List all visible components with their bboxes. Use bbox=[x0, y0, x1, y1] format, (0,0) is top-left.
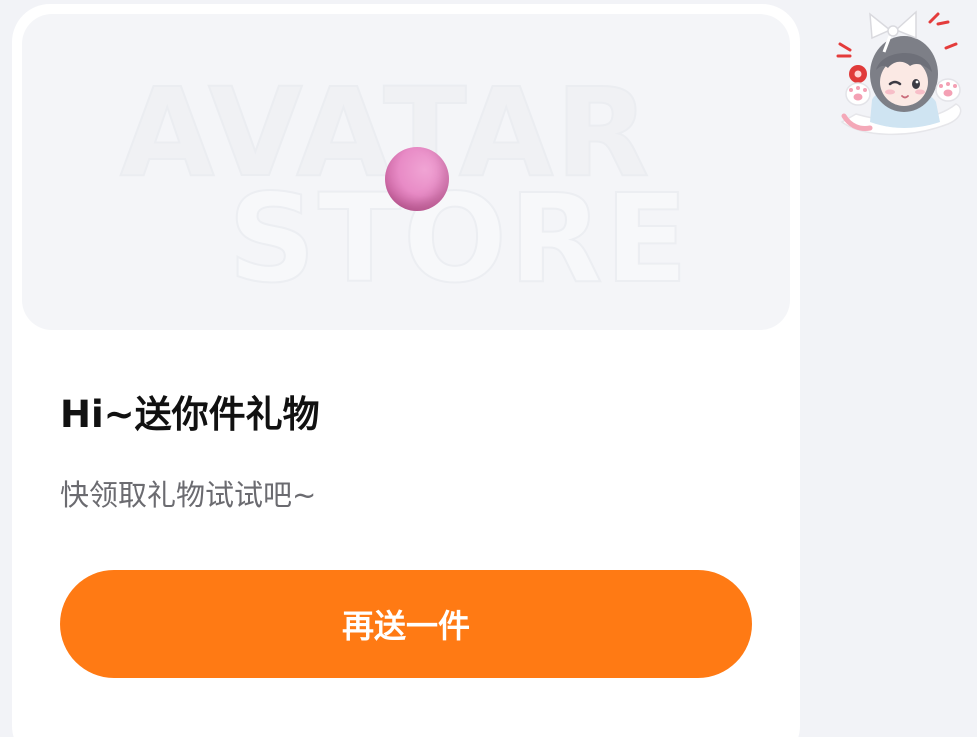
gift-card: AVATAR STORE Hi~送你件礼物 快领取礼物试试吧~ 再送一件 bbox=[12, 4, 800, 737]
avatar-store-banner: AVATAR STORE bbox=[22, 14, 790, 330]
anime-girl-avatar-icon bbox=[836, 10, 962, 136]
page: AVATAR STORE Hi~送你件礼物 快领取礼物试试吧~ 再送一件 bbox=[0, 0, 977, 737]
dialog-subtitle: 快领取礼物试试吧~ bbox=[60, 478, 317, 512]
dialog-title: Hi~送你件礼物 bbox=[60, 393, 320, 436]
send-another-button[interactable]: 再送一件 bbox=[60, 570, 752, 678]
banner-watermark-store: STORE bbox=[227, 168, 691, 310]
avatar[interactable] bbox=[836, 4, 968, 140]
pink-ball-icon bbox=[385, 147, 449, 211]
